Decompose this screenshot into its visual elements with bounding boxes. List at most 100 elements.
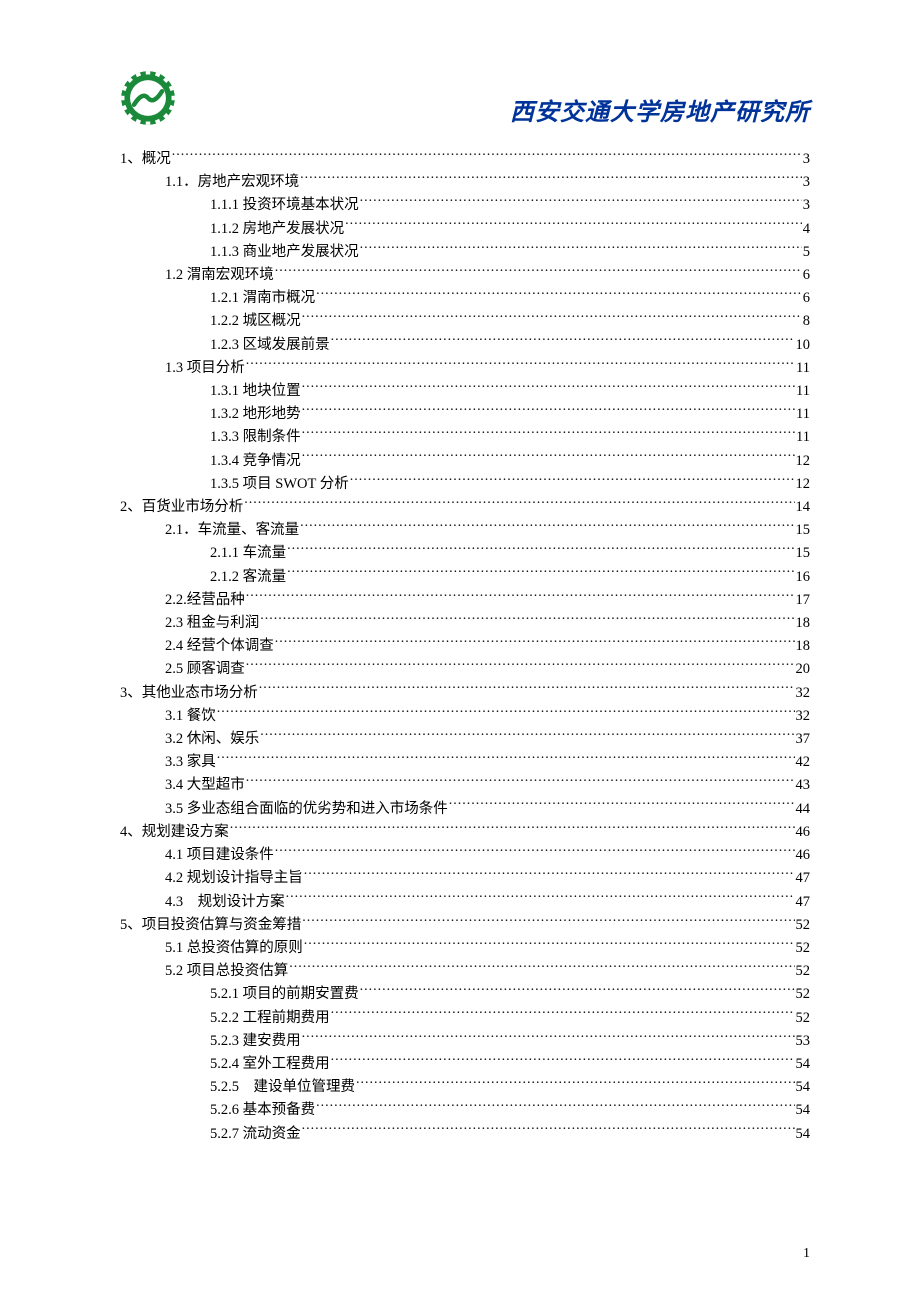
toc-leader-dots — [275, 845, 795, 860]
toc-entry-page: 12 — [796, 450, 811, 473]
toc-entry-page: 4 — [803, 218, 810, 241]
toc-entry-page: 32 — [796, 705, 811, 728]
toc-entry[interactable]: 4.3 规划设计方案 47 — [165, 891, 810, 914]
toc-entry-label: 2.4 经营个体调查 — [165, 635, 274, 658]
toc-leader-dots — [302, 1030, 795, 1045]
toc-entry-label: 3.2 休闲、娱乐 — [165, 728, 259, 751]
toc-entry[interactable]: 5.1 总投资估算的原则 52 — [165, 937, 810, 960]
toc-entry-label: 2.2.经营品种 — [165, 589, 245, 612]
toc-entry-page: 47 — [796, 891, 811, 914]
toc-entry-page: 11 — [796, 426, 810, 449]
toc-entry[interactable]: 3.1 餐饮32 — [165, 705, 810, 728]
toc-entry[interactable]: 4、规划建设方案46 — [120, 821, 810, 844]
toc-leader-dots — [331, 1053, 795, 1068]
toc-entry[interactable]: 5.2.7 流动资金54 — [210, 1123, 810, 1146]
toc-entry[interactable]: 1.1.1 投资环境基本状况3 — [210, 194, 810, 217]
toc-entry[interactable]: 1.3.3 限制条件 11 — [210, 426, 810, 449]
toc-entry-page: 44 — [796, 798, 811, 821]
toc-entry-page: 54 — [796, 1099, 811, 1122]
toc-leader-dots — [287, 566, 794, 581]
toc-entry[interactable]: 2、百货业市场分析14 — [120, 496, 810, 519]
toc-leader-dots — [246, 589, 795, 604]
toc-entry[interactable]: 3.5 多业态组合面临的优劣势和进入市场条件 44 — [165, 798, 810, 821]
toc-entry-label: 3.3 家具 — [165, 751, 216, 774]
toc-entry[interactable]: 2.1.2 客流量16 — [210, 566, 810, 589]
toc-entry[interactable]: 1.3.5 项目 SWOT 分析12 — [210, 473, 810, 496]
toc-leader-dots — [300, 172, 802, 187]
toc-entry[interactable]: 1.2.3 区域发展前景10 — [210, 334, 810, 357]
toc-leader-dots — [172, 149, 802, 164]
toc-entry-page: 18 — [796, 635, 811, 658]
toc-entry-label: 5.2.4 室外工程费用 — [210, 1053, 330, 1076]
toc-entry[interactable]: 2.1.1 车流量15 — [210, 542, 810, 565]
toc-entry-page: 54 — [796, 1123, 811, 1146]
toc-entry-page: 52 — [796, 937, 811, 960]
toc-entry[interactable]: 5、项目投资估算与资金筹措52 — [120, 914, 810, 937]
toc-entry[interactable]: 5.2.5 建设单位管理费54 — [210, 1076, 810, 1099]
toc-entry-label: 1.3.2 地形地势 — [210, 403, 301, 426]
toc-entry-label: 4.1 项目建设条件 — [165, 844, 274, 867]
toc-leader-dots — [259, 682, 795, 697]
toc-entry[interactable]: 4.2 规划设计指导主旨47 — [165, 867, 810, 890]
toc-entry-page: 47 — [796, 867, 811, 890]
toc-entry[interactable]: 3.2 休闲、娱乐37 — [165, 728, 810, 751]
toc-entry-page: 3 — [803, 171, 810, 194]
toc-entry[interactable]: 1.3 项目分析11 — [165, 357, 810, 380]
toc-entry[interactable]: 4.1 项目建设条件46 — [165, 844, 810, 867]
toc-entry-label: 1.3.3 限制条件 — [210, 426, 301, 449]
toc-entry-page: 16 — [796, 566, 811, 589]
toc-entry-label: 4.3 规划设计方案 — [165, 891, 285, 914]
toc-entry[interactable]: 2.2.经营品种17 — [165, 589, 810, 612]
toc-entry-page: 20 — [796, 658, 811, 681]
toc-entry-page: 52 — [796, 914, 811, 937]
toc-entry-label: 5.1 总投资估算的原则 — [165, 937, 303, 960]
toc-entry[interactable]: 5.2.4 室外工程费用54 — [210, 1053, 810, 1076]
toc-entry[interactable]: 1.1.3 商业地产发展状况5 — [210, 241, 810, 264]
toc-leader-dots — [304, 937, 795, 952]
toc-entry-page: 14 — [796, 496, 811, 519]
toc-entry[interactable]: 2.5 顾客调查20 — [165, 658, 810, 681]
toc-entry[interactable]: 3.3 家具42 — [165, 751, 810, 774]
toc-leader-dots — [360, 984, 795, 999]
toc-entry-page: 52 — [796, 960, 811, 983]
toc-leader-dots — [331, 334, 795, 349]
toc-entry-page: 6 — [803, 264, 810, 287]
toc-entry[interactable]: 1.2.1 渭南市概况6 — [210, 287, 810, 310]
toc-entry[interactable]: 3.4 大型超市43 — [165, 774, 810, 797]
toc-entry-label: 1、概况 — [120, 148, 171, 171]
document-header: 西安交通大学房地产研究所 — [120, 70, 810, 142]
toc-entry-page: 3 — [803, 194, 810, 217]
toc-entry-label: 1.2.2 城区概况 — [210, 310, 301, 333]
toc-entry-label: 5.2.2 工程前期费用 — [210, 1007, 330, 1030]
toc-entry[interactable]: 1.3.1 地块位置11 — [210, 380, 810, 403]
toc-entry-page: 10 — [796, 334, 811, 357]
toc-entry[interactable]: 5.2.6 基本预备费54 — [210, 1099, 810, 1122]
toc-entry[interactable]: 1.2 渭南宏观环境6 — [165, 264, 810, 287]
toc-entry[interactable]: 1.3.2 地形地势11 — [210, 403, 810, 426]
toc-entry[interactable]: 1.1．房地产宏观环境3 — [165, 171, 810, 194]
toc-leader-dots — [244, 497, 794, 512]
page-number: 1 — [803, 1246, 810, 1262]
toc-leader-dots — [289, 961, 794, 976]
toc-leader-dots — [217, 752, 795, 767]
toc-entry[interactable]: 1.1.2 房地产发展状况4 — [210, 218, 810, 241]
toc-entry[interactable]: 2.3 租金与利润18 — [165, 612, 810, 635]
toc-entry[interactable]: 5.2.3 建安费用53 — [210, 1030, 810, 1053]
toc-entry[interactable]: 1.2.2 城区概况8 — [210, 310, 810, 333]
toc-entry[interactable]: 3、其他业态市场分析32 — [120, 682, 810, 705]
toc-leader-dots — [302, 404, 795, 419]
toc-entry[interactable]: 2.4 经营个体调查 18 — [165, 635, 810, 658]
toc-entry[interactable]: 5.2.2 工程前期费用 52 — [210, 1007, 810, 1030]
toc-entry-page: 52 — [796, 1007, 811, 1030]
toc-leader-dots — [302, 914, 794, 929]
toc-leader-dots — [230, 821, 795, 836]
toc-entry-label: 3.5 多业态组合面临的优劣势和进入市场条件 — [165, 798, 448, 821]
toc-leader-dots — [246, 357, 795, 372]
toc-entry[interactable]: 5.2.1 项目的前期安置费52 — [210, 983, 810, 1006]
toc-entry[interactable]: 1.3.4 竞争情况12 — [210, 450, 810, 473]
toc-entry[interactable]: 2.1．车流量、客流量15 — [165, 519, 810, 542]
toc-entry-label: 5.2.5 建设单位管理费 — [210, 1076, 355, 1099]
toc-leader-dots — [360, 195, 802, 210]
toc-entry[interactable]: 1、概况3 — [120, 148, 810, 171]
toc-entry[interactable]: 5.2 项目总投资估算52 — [165, 960, 810, 983]
